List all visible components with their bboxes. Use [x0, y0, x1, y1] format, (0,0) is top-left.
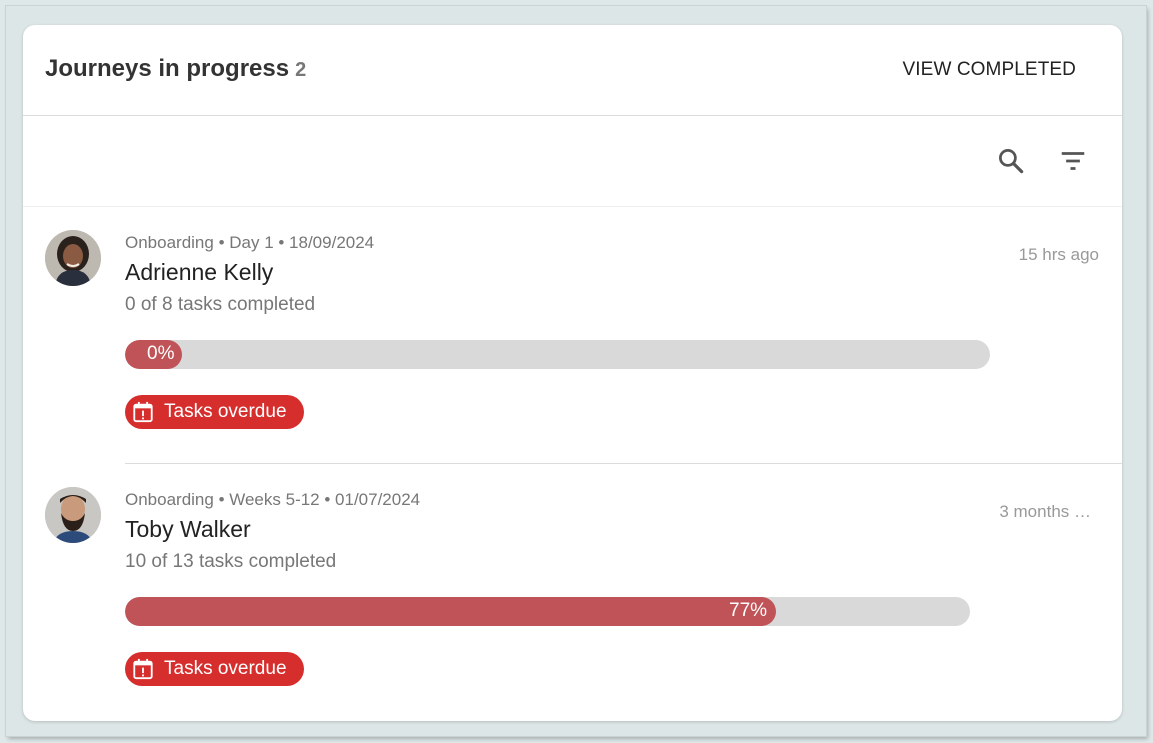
- overdue-badge[interactable]: Tasks overdue: [125, 652, 304, 686]
- filter-icon[interactable]: [1058, 146, 1088, 176]
- journey-count: 2: [295, 59, 307, 81]
- journey-row[interactable]: Onboarding • Day 1 • 18/09/2024 Adrienne…: [23, 207, 1122, 464]
- calendar-alert-icon: [133, 658, 153, 680]
- title-text: Journeys in progress: [45, 55, 290, 82]
- view-completed-button[interactable]: VIEW COMPLETED: [903, 59, 1076, 81]
- progress-label: 0%: [147, 343, 175, 364]
- journey-name[interactable]: Toby Walker: [125, 516, 251, 543]
- search-icon[interactable]: [996, 146, 1026, 176]
- progress-bar: 0%: [125, 340, 990, 369]
- badge-label: Tasks overdue: [164, 658, 287, 679]
- calendar-alert-icon: [133, 401, 153, 423]
- page-title: Journeys in progress 2: [45, 55, 306, 83]
- toolbar: [23, 116, 1122, 207]
- progress-label: 77%: [729, 600, 768, 621]
- overdue-badge[interactable]: Tasks overdue: [125, 395, 304, 429]
- progress-bar: 77%: [125, 597, 970, 626]
- avatar: [45, 230, 101, 286]
- avatar: [45, 487, 101, 543]
- journey-time: 15 hrs ago: [1018, 245, 1099, 264]
- card-header: Journeys in progress 2 VIEW COMPLETED: [23, 25, 1122, 116]
- journey-meta: Onboarding • Day 1 • 18/09/2024: [125, 233, 375, 252]
- progress-fill: [125, 597, 776, 626]
- journey-time: 3 months …: [999, 502, 1091, 521]
- tasks-completed: 10 of 13 tasks completed: [125, 551, 337, 572]
- journey-meta: Onboarding • Weeks 5-12 • 01/07/2024: [125, 490, 421, 509]
- journey-row[interactable]: Onboarding • Weeks 5-12 • 01/07/2024 Tob…: [23, 464, 1122, 721]
- journey-name[interactable]: Adrienne Kelly: [125, 259, 273, 286]
- tasks-completed: 0 of 8 tasks completed: [125, 294, 316, 315]
- badge-label: Tasks overdue: [164, 401, 287, 422]
- journeys-card: Journeys in progress 2 VIEW COMPLETED Onb…: [23, 25, 1122, 721]
